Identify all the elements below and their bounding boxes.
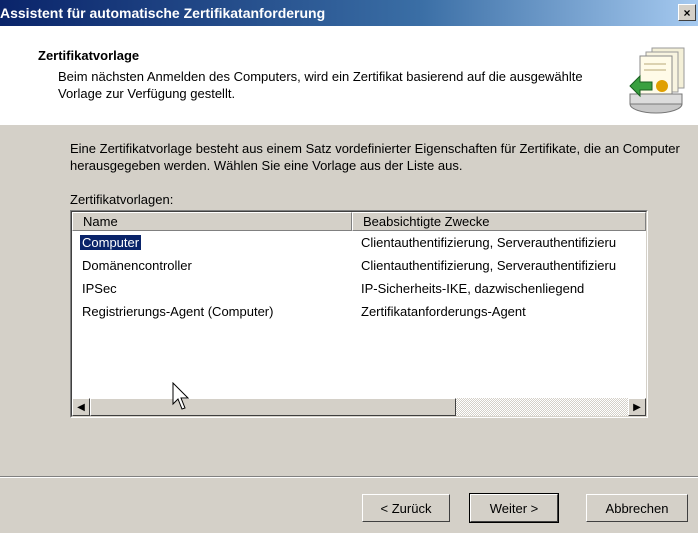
page-subtitle: Beim nächsten Anmelden des Computers, wi… <box>58 69 583 101</box>
list-item-purpose: Zertifikatanforderungs-Agent <box>361 304 526 319</box>
cancel-button[interactable]: Abbrechen <box>586 494 688 522</box>
page-title: Zertifikatvorlage <box>38 48 140 63</box>
list-item[interactable]: IPSec IP-Sicherheits-IKE, dazwischenlieg… <box>72 278 646 300</box>
back-button[interactable]: < Zurück <box>362 494 450 522</box>
window-title: Assistent für automatische Zertifikatanf… <box>0 5 326 21</box>
scroll-right-button[interactable]: ▶ <box>628 398 646 416</box>
list-item-purpose: Clientauthentifizierung, Serverauthentif… <box>361 235 617 250</box>
scroll-thumb[interactable] <box>90 398 456 416</box>
list-item-name: Registrierungs-Agent (Computer) <box>82 304 274 319</box>
mouse-cursor-icon <box>172 382 190 410</box>
intro-text: Eine Zertifikatvorlage besteht aus einem… <box>70 141 680 173</box>
list-item[interactable]: Registrierungs-Agent (Computer) Zertifik… <box>72 301 646 323</box>
arrow-right-icon: ▶ <box>633 401 641 413</box>
list-item-name: IPSec <box>82 281 117 296</box>
template-list[interactable]: Name Beabsichtigte Zwecke Computer Clien… <box>70 210 648 418</box>
horizontal-scrollbar[interactable]: ◀ ▶ <box>72 398 646 416</box>
list-item[interactable]: Domänencontroller Clientauthentifizierun… <box>72 255 646 277</box>
next-button[interactable]: Weiter > <box>469 493 559 523</box>
list-item[interactable]: Computer Clientauthentifizierung, Server… <box>72 232 646 254</box>
close-button[interactable]: × <box>678 4 696 21</box>
list-item-purpose: IP-Sicherheits-IKE, dazwischenliegend <box>361 281 585 296</box>
template-list-label: Zertifikatvorlagen: <box>70 192 174 207</box>
column-header-purpose[interactable]: Beabsichtigte Zwecke <box>352 212 646 231</box>
column-header-name[interactable]: Name <box>72 212 352 231</box>
scroll-left-button[interactable]: ◀ <box>72 398 90 416</box>
certificate-icon <box>629 47 685 114</box>
wizard-header: Zertifikatvorlage Beim nächsten Anmelden… <box>0 26 698 125</box>
list-item-name: Domänencontroller <box>82 258 192 273</box>
header-divider <box>0 124 698 125</box>
arrow-left-icon: ◀ <box>77 401 85 413</box>
list-item-purpose: Clientauthentifizierung, Serverauthentif… <box>361 258 617 273</box>
list-item-name: Computer <box>80 235 142 250</box>
title-bar: Assistent für automatische Zertifikatanf… <box>0 0 698 26</box>
close-icon: × <box>683 5 691 20</box>
